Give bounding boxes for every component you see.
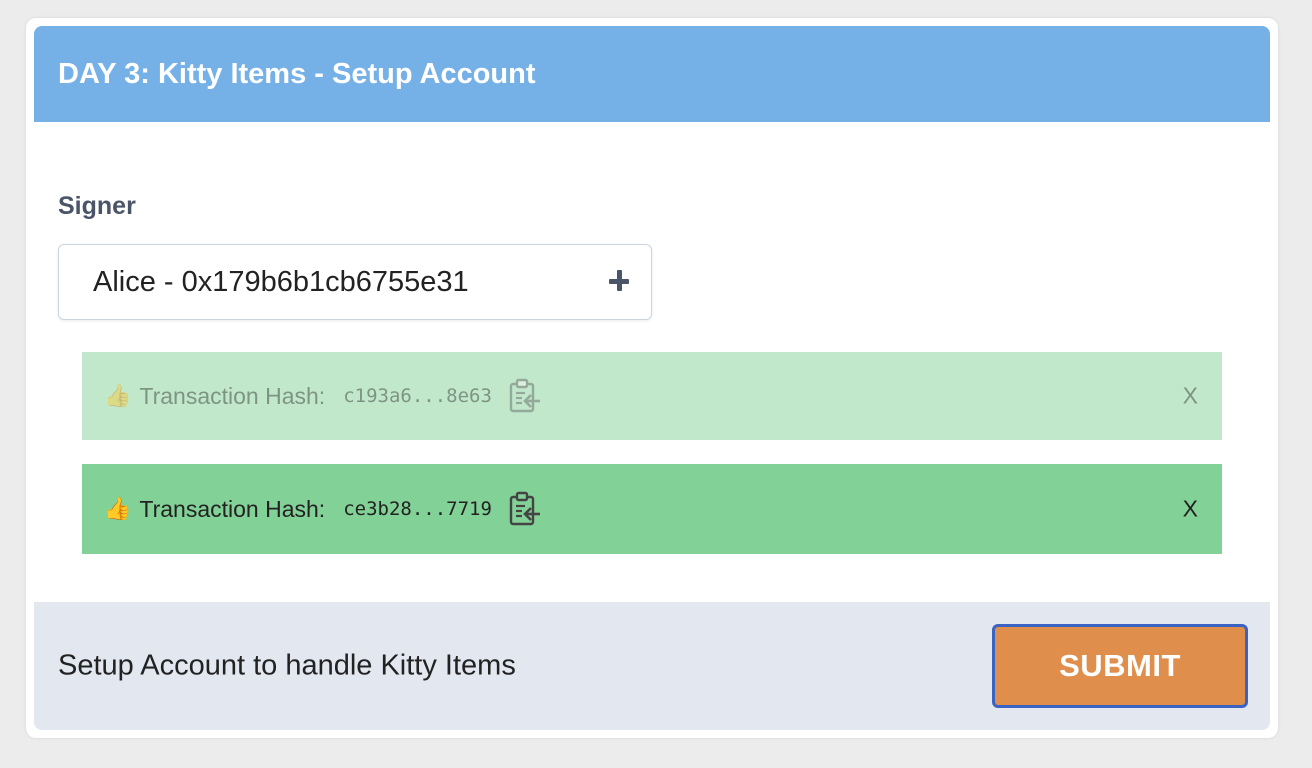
transaction-row: 👍 Transaction Hash: ce3b28...7719 X [82, 464, 1222, 554]
signer-select[interactable]: Alice - 0x179b6b1cb6755e31 [58, 244, 652, 320]
clipboard-copy-icon[interactable] [508, 378, 542, 414]
transaction-hash-label: Transaction Hash: [139, 495, 326, 522]
clipboard-copy-icon[interactable] [508, 491, 542, 527]
card-header: DAY 3: Kitty Items - Setup Account [34, 26, 1270, 122]
thumbs-up-icon: 👍 [104, 383, 132, 408]
close-button[interactable]: X [1183, 383, 1198, 410]
signer-label: Signer [58, 192, 136, 220]
signer-selected-value: Alice - 0x179b6b1cb6755e31 [93, 265, 469, 298]
transaction-row: 👍 Transaction Hash: c193a6...8e63 X [82, 352, 1222, 440]
close-button[interactable]: X [1183, 496, 1198, 523]
page-title: DAY 3: Kitty Items - Setup Account [58, 57, 536, 90]
transaction-hash-label: Transaction Hash: [139, 382, 326, 409]
footer-description: Setup Account to handle Kitty Items [58, 649, 516, 682]
card-footer: Setup Account to handle Kitty Items SUBM… [34, 602, 1270, 730]
transaction-hash-value: c193a6...8e63 [343, 385, 492, 407]
plus-icon[interactable] [609, 270, 631, 293]
thumbs-up-icon: 👍 [104, 496, 132, 521]
transaction-card: DAY 3: Kitty Items - Setup Account Signe… [26, 18, 1278, 738]
transaction-hash-value: ce3b28...7719 [343, 498, 492, 520]
submit-button[interactable]: SUBMIT [992, 624, 1248, 708]
